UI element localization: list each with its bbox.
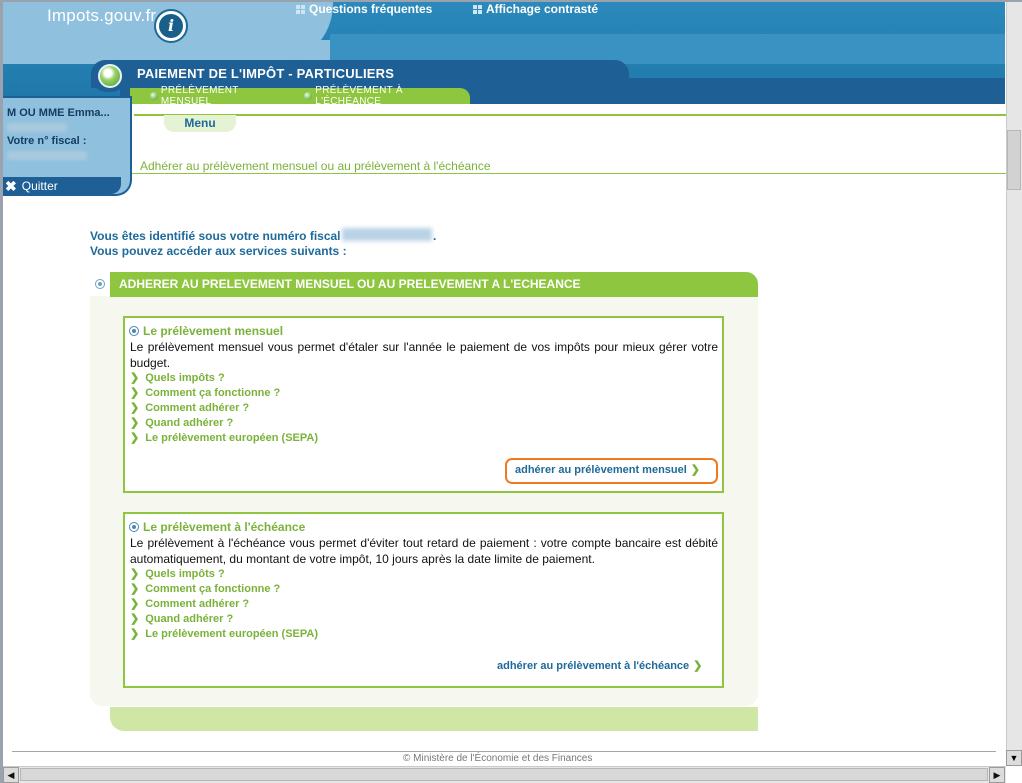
link-quels-impots[interactable]: ❯ Quels impôts ? xyxy=(130,566,318,581)
link-label: Questions fréquentes xyxy=(309,2,433,16)
radio-ring-icon xyxy=(129,326,139,336)
redacted-fiscal-number xyxy=(7,151,87,160)
close-icon: ✖ xyxy=(5,177,17,194)
breadcrumb: Adhérer au prélèvement mensuel ou au pré… xyxy=(140,159,491,173)
action-label: adhérer au prélèvement à l'échéance xyxy=(497,659,690,672)
link-label: Le prélèvement européen (SEPA) xyxy=(145,431,319,444)
monthly-links: ❯ Quels impôts ? ❯ Comment ça fonctionne ?… xyxy=(130,370,318,445)
scroll-down-arrow-icon[interactable]: ▼ xyxy=(1006,750,1022,766)
monthly-title-text: Le prélèvement mensuel xyxy=(143,324,284,338)
link-comment-adherer[interactable]: ❯ Comment adhérer ? xyxy=(130,596,318,611)
chevron-right-icon: ❯ xyxy=(130,372,140,384)
globe-icon xyxy=(98,64,122,88)
intro-identified: Vous êtes identifié sous votre numéro fi… xyxy=(90,229,341,243)
site-logo[interactable]: Impots.gouv.fr xyxy=(47,6,156,26)
chevron-right-icon: ❯ xyxy=(693,660,703,672)
section-footer xyxy=(110,707,758,731)
link-label: Comment ça fonctionne ? xyxy=(145,582,281,595)
redacted-address xyxy=(7,123,67,132)
link-affichage-contraste[interactable]: Affichage contrasté xyxy=(473,2,598,16)
due-date-links: ❯ Quels impôts ? ❯ Comment ça fonctionne ?… xyxy=(130,566,318,641)
link-quand-adherer[interactable]: ❯ Quand adhérer ? xyxy=(130,611,318,626)
chevron-right-icon: ❯ xyxy=(130,628,140,640)
quit-label: Quitter xyxy=(21,178,58,193)
link-label: Comment adhérer ? xyxy=(145,597,250,610)
footer-divider xyxy=(12,751,996,752)
link-sepa[interactable]: ❯ Le prélèvement européen (SEPA) xyxy=(130,430,318,445)
tab-prelevement-mensuel[interactable]: PRÉLÈVEMENT MENSUEL xyxy=(150,85,290,107)
link-comment-ca-fonctionne[interactable]: ❯ Comment ça fonctionne ? xyxy=(130,581,318,596)
subtabs: PRÉLÈVEMENT MENSUEL PRÉLÈVEMENT À L'ÉCHÉ… xyxy=(130,85,470,107)
grid-dots-icon xyxy=(296,4,305,14)
link-comment-ca-fonctionne[interactable]: ❯ Comment ça fonctionne ? xyxy=(130,385,318,400)
user-name: M OU MME Emma... xyxy=(7,107,110,119)
link-label: Quels impôts ? xyxy=(145,371,225,384)
intro-period: . xyxy=(433,229,437,243)
redacted-fiscal-number xyxy=(342,228,432,241)
menu-button[interactable]: Menu xyxy=(164,115,236,132)
scroll-left-arrow-icon[interactable]: ◀ xyxy=(3,767,19,783)
link-quand-adherer[interactable]: ❯ Quand adhérer ? xyxy=(130,415,318,430)
vertical-scrollbar[interactable] xyxy=(1006,2,1022,766)
chevron-right-icon: ❯ xyxy=(130,583,140,595)
chevron-right-icon: ❯ xyxy=(130,613,140,625)
link-label: Quels impôts ? xyxy=(145,567,225,580)
fiscal-number-label: Votre n° fiscal : xyxy=(7,135,87,147)
green-dot-icon xyxy=(150,92,158,100)
quit-button[interactable]: ✖ Quitter xyxy=(3,177,121,194)
due-date-title: Le prélèvement à l'échéance xyxy=(129,520,305,534)
tab-label: PRÉLÈVEMENT MENSUEL xyxy=(160,85,239,107)
chevron-right-icon: ❯ xyxy=(130,417,140,429)
link-label: Comment ça fonctionne ? xyxy=(145,386,281,399)
link-label: Comment adhérer ? xyxy=(145,401,250,414)
vertical-scrollbar-thumb[interactable] xyxy=(1007,130,1021,190)
chevron-right-icon: ❯ xyxy=(130,568,140,580)
tab-label: PRÉLÈVEMENT À L'ÉCHÉANCE xyxy=(315,85,403,107)
link-quels-impots[interactable]: ❯ Quels impôts ? xyxy=(130,370,318,385)
chevron-right-icon: ❯ xyxy=(130,387,140,399)
link-label: Affichage contrasté xyxy=(486,2,599,16)
horizontal-scrollbar-thumb[interactable] xyxy=(20,768,988,781)
adherer-mensuel-button[interactable]: adhérer au prélèvement mensuel ❯ xyxy=(515,463,701,477)
chevron-right-icon: ❯ xyxy=(690,464,701,476)
due-date-title-text: Le prélèvement à l'échéance xyxy=(143,520,306,534)
info-icon[interactable]: i xyxy=(154,9,188,43)
intro-services: Vous pouvez accéder aux services suivant… xyxy=(90,244,347,258)
link-sepa[interactable]: ❯ Le prélèvement européen (SEPA) xyxy=(130,626,318,641)
copyright: © Ministère de l'Économie et des Finance… xyxy=(403,753,593,764)
link-questions-frequentes[interactable]: Questions fréquentes xyxy=(296,2,432,16)
adherer-echeance-button[interactable]: adhérer au prélèvement à l'échéance ❯ xyxy=(497,659,703,673)
section-header: ADHERER AU PRELEVEMENT MENSUEL OU AU PRE… xyxy=(110,272,758,297)
chevron-right-icon: ❯ xyxy=(130,432,140,444)
menu-divider xyxy=(134,114,1006,116)
due-date-description: Le prélèvement à l'échéance vous permet … xyxy=(130,536,718,566)
chevron-right-icon: ❯ xyxy=(130,598,140,610)
link-label: Quand adhérer ? xyxy=(145,416,234,429)
page-title: PAIEMENT DE L'IMPÔT - PARTICULIERS xyxy=(137,66,395,81)
radio-ring-icon xyxy=(129,522,139,532)
monthly-description: Le prélèvement mensuel vous permet d'éta… xyxy=(130,340,718,370)
green-dot-icon xyxy=(304,92,313,100)
tab-prelevement-echeance[interactable]: PRÉLÈVEMENT À L'ÉCHÉANCE xyxy=(304,85,470,107)
action-label: adhérer au prélèvement mensuel xyxy=(515,463,687,476)
link-label: Le prélèvement européen (SEPA) xyxy=(145,627,319,640)
monthly-title: Le prélèvement mensuel xyxy=(129,324,283,338)
chevron-right-icon: ❯ xyxy=(130,402,140,414)
breadcrumb-divider xyxy=(132,173,1006,174)
link-comment-adherer[interactable]: ❯ Comment adhérer ? xyxy=(130,400,318,415)
link-label: Quand adhérer ? xyxy=(145,612,234,625)
scroll-right-arrow-icon[interactable]: ▶ xyxy=(989,767,1005,783)
radio-ring-icon xyxy=(95,279,105,289)
grid-dots-icon xyxy=(473,4,482,14)
